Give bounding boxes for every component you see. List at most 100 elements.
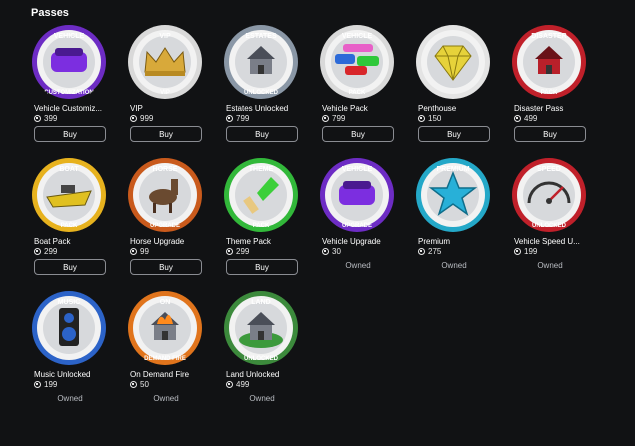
pass-card: THEME PACK Theme Pack 299 Buy	[223, 155, 319, 288]
owned-label: Owned	[345, 261, 371, 270]
pass-card: MUSIC Music Unlocked 199 Owned	[31, 288, 127, 421]
badge-top-text: MUSIC	[58, 299, 81, 306]
pass-name: Estates Unlocked	[226, 104, 289, 113]
pass-card: ESTATES UNLOCKED Estates Unlocked 799 Buy	[223, 22, 319, 155]
buy-button[interactable]: Buy	[322, 126, 394, 142]
robux-icon	[322, 248, 329, 255]
badge-top-text: VEHICLE	[54, 33, 85, 40]
passes-grid: VEHICLE CUSTOMIZATION Vehicle Customiz... 3…	[31, 22, 607, 421]
badge-top-text: VEHICLE	[342, 33, 373, 40]
pass-price-value: 30	[332, 247, 341, 256]
pass-price-value: 499	[524, 114, 538, 123]
pass-name: VIP	[130, 104, 143, 113]
pass-name: Premium	[418, 237, 451, 246]
badge-bottom-text: CUSTOMIZATION	[44, 90, 93, 96]
horse-icon: HORSE UPGRADE	[128, 158, 202, 232]
buy-button[interactable]: Buy	[34, 259, 106, 275]
pass-price-value: 99	[140, 247, 149, 256]
badge-bottom-text: PACK	[61, 223, 78, 229]
pass-price-value: 999	[140, 114, 154, 123]
badge-bottom-text: PACK	[253, 223, 270, 229]
badge-bottom-text: UNLOCKED	[244, 356, 279, 362]
badge-top-text: DISASTER	[531, 33, 566, 40]
buy-button[interactable]: Buy	[226, 259, 298, 275]
pass-price-value: 799	[332, 114, 346, 123]
buy-button[interactable]: Buy	[130, 259, 202, 275]
speedometer-icon[interactable]: SPEED UNLOCKED	[511, 157, 587, 233]
vehicle-upgrade-icon: VEHICLE UPGRADE	[320, 158, 394, 232]
pass-price-value: 50	[140, 380, 149, 389]
diamond-icon[interactable]	[415, 24, 491, 100]
speaker-icon[interactable]: MUSIC	[31, 290, 107, 366]
pass-card: Penthouse 150 Buy	[415, 22, 511, 155]
pass-price: 399	[34, 114, 57, 123]
pass-price: 499	[514, 114, 537, 123]
vehicle-pack-cars-icon[interactable]: VEHICLE PACK	[319, 24, 395, 100]
boat-icon[interactable]: BOAT PACK	[31, 157, 107, 233]
badge-top-text: PREMIUM	[436, 166, 469, 173]
pass-price: 299	[226, 247, 249, 256]
buy-button[interactable]: Buy	[418, 126, 490, 142]
pass-price-value: 299	[236, 247, 250, 256]
robux-icon	[322, 115, 329, 122]
robux-icon	[34, 381, 41, 388]
pass-price-value: 199	[44, 380, 58, 389]
estates-house-icon: ESTATES UNLOCKED	[224, 25, 298, 99]
robux-icon	[226, 381, 233, 388]
badge-bottom-text: UPGRADE	[150, 223, 180, 229]
vip-crown-icon[interactable]: VIP VIP	[127, 24, 203, 100]
pass-price: 999	[130, 114, 153, 123]
pass-price: 499	[226, 380, 249, 389]
burning-house-icon[interactable]: ON DEMAND FIRE	[127, 290, 203, 366]
pass-card: VEHICLE CUSTOMIZATION Vehicle Customiz... 3…	[31, 22, 127, 155]
land-house-icon[interactable]: LAND UNLOCKED	[223, 290, 299, 366]
buy-button[interactable]: Buy	[226, 126, 298, 142]
pass-name: On Demand Fire	[130, 370, 190, 379]
vehicle-customization-icon[interactable]: VEHICLE CUSTOMIZATION	[31, 24, 107, 100]
pass-name: Vehicle Pack	[322, 104, 368, 113]
owned-label: Owned	[441, 261, 467, 270]
badge-bottom-text: VIP	[160, 90, 170, 96]
estates-house-icon[interactable]: ESTATES UNLOCKED	[223, 24, 299, 100]
pass-card: SPEED UNLOCKED Vehicle Speed U... 199 Owned	[511, 155, 607, 288]
disaster-house-icon: DISASTER PACK	[512, 25, 586, 99]
horse-icon[interactable]: HORSE UPGRADE	[127, 157, 203, 233]
pass-price: 199	[34, 380, 57, 389]
pass-card: DISASTER PACK Disaster Pass 499 Buy	[511, 22, 607, 155]
pass-price-value: 799	[236, 114, 250, 123]
robux-icon	[418, 248, 425, 255]
pass-name: Boat Pack	[34, 237, 71, 246]
page-title: Passes	[31, 7, 69, 19]
pass-price-value: 199	[524, 247, 538, 256]
robux-icon	[34, 248, 41, 255]
pass-price: 199	[514, 247, 537, 256]
speedometer-icon: SPEED UNLOCKED	[512, 158, 586, 232]
pass-name: Horse Upgrade	[130, 237, 185, 246]
robux-icon	[130, 248, 137, 255]
pass-price: 299	[34, 247, 57, 256]
pass-price-value: 299	[44, 247, 58, 256]
badge-top-text: ON	[160, 299, 171, 306]
robux-icon	[418, 115, 425, 122]
paint-brush-icon[interactable]: THEME PACK	[223, 157, 299, 233]
owned-label: Owned	[153, 394, 179, 403]
buy-button[interactable]: Buy	[34, 126, 106, 142]
pass-name: Vehicle Customiz...	[34, 104, 103, 113]
vehicle-upgrade-icon[interactable]: VEHICLE UPGRADE	[319, 157, 395, 233]
passes-page: Passes VEHICLE CUSTOMIZATION Vehicle Custo…	[0, 0, 635, 446]
vip-crown-icon: VIP VIP	[128, 25, 202, 99]
disaster-house-icon[interactable]: DISASTER PACK	[511, 24, 587, 100]
pass-name: Vehicle Speed U...	[514, 237, 580, 246]
badge-bottom-text: PACK	[541, 90, 558, 96]
buy-button[interactable]: Buy	[514, 126, 586, 142]
robux-icon	[34, 115, 41, 122]
star-icon[interactable]: PREMIUM	[415, 157, 491, 233]
diamond-icon	[416, 25, 490, 99]
buy-button[interactable]: Buy	[130, 126, 202, 142]
star-icon: PREMIUM	[416, 158, 490, 232]
badge-top-text: VIP	[159, 33, 171, 40]
pass-price: 150	[418, 114, 441, 123]
pass-price-value: 275	[428, 247, 442, 256]
land-house-icon: LAND UNLOCKED	[224, 291, 298, 365]
owned-label: Owned	[537, 261, 563, 270]
